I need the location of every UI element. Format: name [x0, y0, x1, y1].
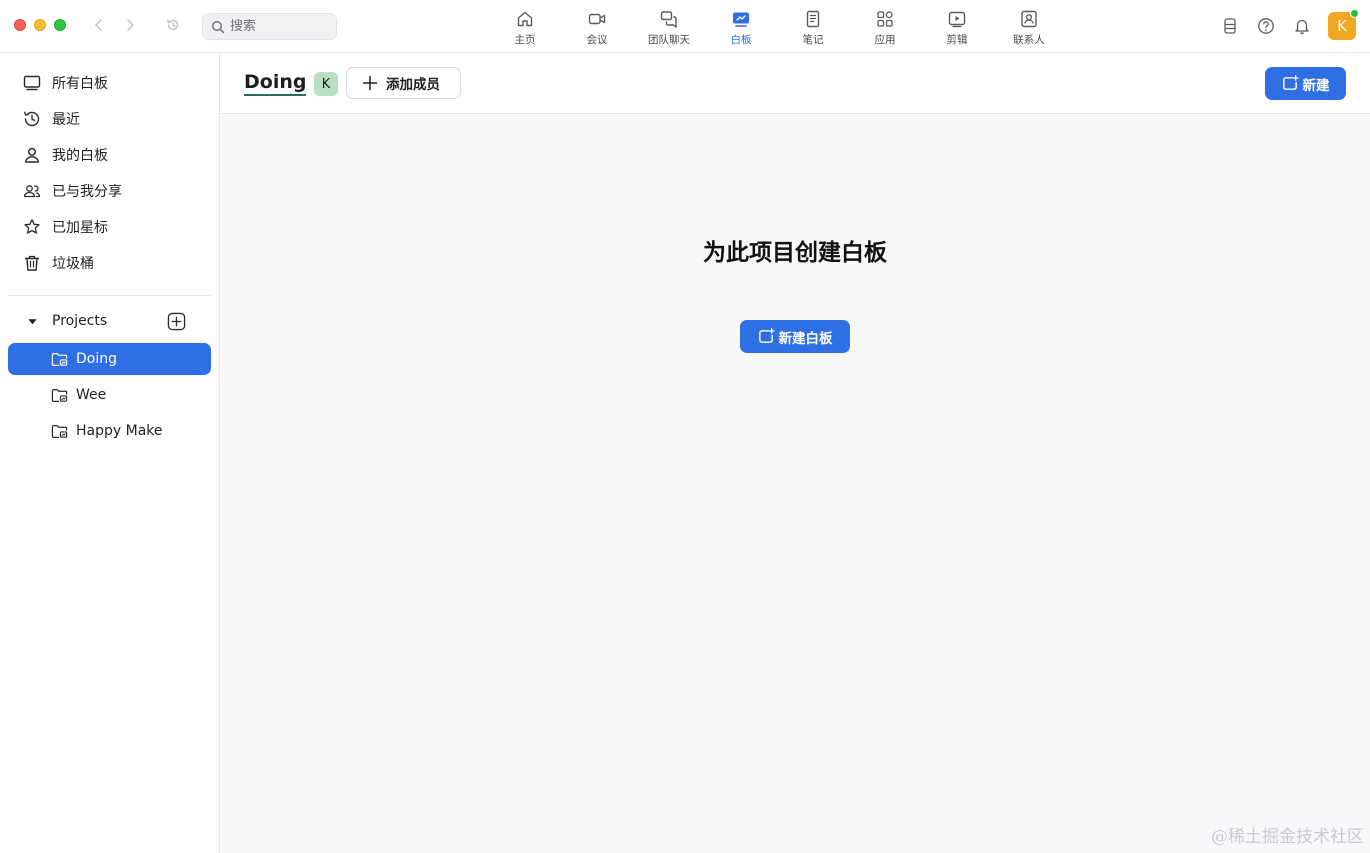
chevron-left-icon: [95, 19, 102, 31]
people-icon: [23, 185, 41, 198]
project-item-label: Happy Make: [76, 423, 163, 439]
star-icon: [24, 219, 40, 234]
search-box[interactable]: [202, 13, 337, 40]
clock-icon: [24, 111, 40, 127]
tab-contacts[interactable]: 联系人: [993, 0, 1065, 53]
project-item-wee[interactable]: Wee: [8, 379, 211, 411]
user-avatar-initial: K: [1337, 17, 1347, 35]
tab-label: 应用: [874, 34, 896, 46]
project-folder-icon: [51, 424, 68, 438]
sidebar-item-starred[interactable]: 已加星标: [8, 211, 211, 243]
sidebar-item-shared-with-me[interactable]: 已与我分享: [8, 175, 211, 207]
tab-label: 团队聊天: [648, 34, 690, 46]
search-input[interactable]: [230, 19, 325, 34]
back-button[interactable]: [90, 16, 108, 34]
tab-label: 会议: [586, 34, 608, 46]
sidebar-item-label: 最近: [52, 112, 80, 128]
top-right-actions: K: [1204, 9, 1359, 40]
tab-label: 剪辑: [946, 34, 968, 46]
sidebar-item-label: 已与我分享: [52, 184, 122, 200]
add-member-button[interactable]: 添加成员: [346, 67, 461, 99]
project-title[interactable]: Doing: [244, 71, 307, 96]
projects-collapse-toggle[interactable]: [23, 312, 41, 330]
sidebar-item-label: 所有白板: [52, 76, 108, 92]
project-header: Doing K 添加成员 新建: [220, 53, 1370, 114]
new-button-label: 新建: [1302, 77, 1330, 94]
sidebar-item-label: 垃圾桶: [52, 256, 94, 272]
plus-square-icon: [167, 312, 185, 330]
tab-label: 笔记: [802, 34, 824, 46]
minimize-window-button[interactable]: [34, 19, 46, 31]
main-tabs: 主页 会议 团队聊天 白板 笔记 应用 剪辑 联系人: [489, 0, 1065, 53]
clips-icon: [948, 11, 966, 28]
tab-label: 白板: [730, 34, 752, 46]
new-whiteboard-label: 新建白板: [778, 330, 833, 347]
plus-icon: [362, 75, 378, 91]
project-item-label: Doing: [76, 351, 117, 367]
member-avatar[interactable]: K: [314, 72, 338, 96]
trash-icon: [24, 255, 40, 271]
online-status-dot: [1350, 9, 1359, 18]
top-bar: 主页 会议 团队聊天 白板 笔记 应用: [0, 0, 1370, 53]
project-item-happy-make[interactable]: Happy Make: [8, 415, 211, 447]
tab-team-chat[interactable]: 团队聊天: [633, 0, 705, 53]
share-screen-icon: [1224, 18, 1236, 34]
video-camera-icon: [588, 13, 606, 25]
sidebar-item-label: 已加星标: [52, 220, 108, 236]
projects-header: Projects: [8, 305, 211, 337]
new-whiteboard-icon: [1282, 75, 1299, 90]
projects-label: Projects: [52, 313, 108, 329]
sidebar-item-my-boards[interactable]: 我的白板: [8, 139, 211, 171]
tab-label: 联系人: [1013, 34, 1045, 46]
zoom-window-button[interactable]: [54, 19, 66, 31]
tab-label: 主页: [514, 34, 536, 46]
history-icon: [167, 19, 179, 31]
chat-bubbles-icon: [660, 11, 677, 28]
tab-notes[interactable]: 笔记: [777, 0, 849, 53]
sidebar-item-label: 我的白板: [52, 148, 108, 164]
search-icon: [211, 20, 225, 33]
sidebar-item-trash[interactable]: 垃圾桶: [8, 247, 211, 279]
contacts-icon: [1021, 10, 1037, 28]
sidebar-item-all-boards[interactable]: 所有白板: [8, 67, 211, 99]
notes-icon: [806, 10, 820, 28]
help-button[interactable]: [1256, 16, 1276, 36]
main-content: Doing K 添加成员 新建 为此项目创建白板 新建白板 @稀土掘金技术社区: [220, 53, 1370, 853]
board-icon: [23, 75, 41, 91]
tab-whiteboards[interactable]: 白板: [705, 0, 777, 53]
project-folder-icon: [51, 388, 68, 402]
question-mark-icon: [1258, 18, 1274, 34]
caret-down-icon: [27, 318, 37, 324]
tab-clips[interactable]: 剪辑: [921, 0, 993, 53]
user-avatar[interactable]: K: [1328, 9, 1359, 40]
apps-icon: [877, 11, 893, 27]
whiteboard-icon: [733, 12, 749, 27]
tab-meetings[interactable]: 会议: [561, 0, 633, 53]
history-button[interactable]: [164, 16, 182, 34]
empty-state-title: 为此项目创建白板: [703, 240, 887, 266]
sidebar-item-recent[interactable]: 最近: [8, 103, 211, 135]
sidebar-divider: [8, 295, 211, 296]
tab-home[interactable]: 主页: [489, 0, 561, 53]
tab-apps[interactable]: 应用: [849, 0, 921, 53]
close-window-button[interactable]: [14, 19, 26, 31]
new-whiteboard-button[interactable]: 新建白板: [740, 320, 850, 353]
forward-button[interactable]: [121, 16, 139, 34]
share-screen-button[interactable]: [1220, 16, 1240, 36]
add-member-label: 添加成员: [386, 77, 440, 93]
chevron-right-icon: [127, 19, 134, 31]
add-project-button[interactable]: [166, 311, 186, 331]
new-button[interactable]: 新建: [1265, 67, 1346, 100]
person-icon: [25, 147, 39, 163]
new-whiteboard-icon: [758, 328, 775, 343]
home-icon: [517, 11, 533, 27]
bell-icon: [1295, 19, 1309, 35]
project-item-label: Wee: [76, 387, 107, 403]
watermark: @稀土掘金技术社区: [1211, 827, 1364, 847]
sidebar: 所有白板 最近 我的白板 已与我分享 已加星标 垃圾桶 Projects Doi…: [0, 53, 220, 853]
notifications-button[interactable]: [1292, 16, 1312, 36]
project-folder-icon: [51, 352, 68, 366]
project-item-doing[interactable]: Doing: [8, 343, 211, 375]
